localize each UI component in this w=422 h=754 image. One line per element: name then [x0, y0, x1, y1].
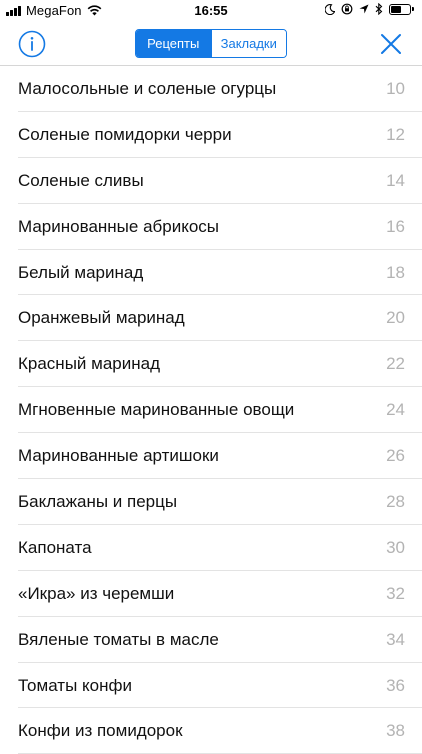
- list-item[interactable]: Оранжевый маринад 20: [0, 295, 422, 342]
- list-item[interactable]: Красный маринад 22: [0, 341, 422, 388]
- recipe-title: Малосольные и соленые огурцы: [18, 78, 277, 98]
- recipe-title: Конфи из помидорок: [18, 721, 183, 741]
- list-item[interactable]: «Икра» из черемши 32: [0, 571, 422, 617]
- page-number: 34: [386, 629, 405, 649]
- recipe-title: Соленые помидорки черри: [18, 124, 232, 144]
- page-number: 28: [386, 491, 405, 511]
- page-number: 26: [386, 446, 405, 466]
- page-number: 22: [386, 354, 405, 374]
- recipe-title: Мгновенные маринованные овощи: [18, 400, 295, 420]
- list-item[interactable]: Капоната 30: [0, 525, 422, 571]
- rotation-lock-icon: [341, 3, 353, 15]
- recipe-title: Томаты конфи: [18, 675, 132, 695]
- recipe-title: Белый маринад: [18, 262, 144, 282]
- list-item[interactable]: Конфи из помидорок 38: [0, 708, 422, 754]
- recipe-title: Маринованные абрикосы: [18, 216, 220, 236]
- list-item[interactable]: Белый маринад 18: [0, 250, 422, 296]
- bluetooth-icon: [375, 3, 383, 15]
- page-number: 12: [386, 124, 405, 144]
- close-x-icon[interactable]: [380, 33, 402, 55]
- recipe-title: Соленые сливы: [18, 170, 144, 190]
- page-number: 38: [386, 721, 405, 741]
- page-number: 14: [386, 170, 405, 190]
- page-number: 18: [386, 262, 405, 282]
- status-bar: MegaFon 16:55: [0, 0, 422, 22]
- list-item[interactable]: Томаты конфи 36: [0, 663, 422, 709]
- list-item[interactable]: Соленые сливы 14: [0, 158, 422, 204]
- location-icon: [359, 4, 369, 14]
- list-item[interactable]: Малосольные и соленые огурцы 10: [0, 66, 422, 112]
- info-circle-icon[interactable]: [18, 30, 46, 58]
- recipe-title: Маринованные артишоки: [18, 446, 219, 466]
- recipe-title: Капоната: [18, 537, 92, 557]
- segmented-control: Рецепты Закладки: [135, 29, 287, 58]
- segment-bookmarks[interactable]: Закладки: [210, 30, 286, 57]
- page-number: 10: [386, 78, 405, 98]
- segment-recipes[interactable]: Рецепты: [136, 30, 211, 57]
- list-item[interactable]: Баклажаны и перцы 28: [0, 479, 422, 525]
- list-item[interactable]: Вяленые томаты в масле 34: [0, 617, 422, 663]
- list-item[interactable]: Маринованные абрикосы 16: [0, 204, 422, 250]
- recipe-list: Малосольные и соленые огурцы 10 Соленые п…: [0, 66, 422, 754]
- page-number: 36: [386, 675, 405, 695]
- recipe-title: Оранжевый маринад: [18, 308, 185, 328]
- recipe-title: Красный маринад: [18, 354, 160, 374]
- list-item[interactable]: Маринованные артишоки 26: [0, 433, 422, 479]
- page-number: 30: [386, 537, 405, 557]
- recipe-title: Баклажаны и перцы: [18, 491, 178, 511]
- navigation-bar: Рецепты Закладки: [0, 22, 422, 66]
- page-number: 20: [386, 308, 405, 328]
- list-item[interactable]: Соленые помидорки черри 12: [0, 112, 422, 158]
- page-number: 32: [386, 583, 405, 603]
- moon-icon: [325, 3, 335, 15]
- list-item[interactable]: Мгновенные маринованные овощи 24: [0, 387, 422, 434]
- page-number: 24: [386, 400, 405, 420]
- recipe-title: Вяленые томаты в масле: [18, 629, 219, 649]
- status-right: [325, 3, 414, 15]
- recipe-title: «Икра» из черемши: [18, 583, 175, 603]
- page-number: 16: [386, 216, 405, 236]
- battery-icon: [389, 3, 414, 15]
